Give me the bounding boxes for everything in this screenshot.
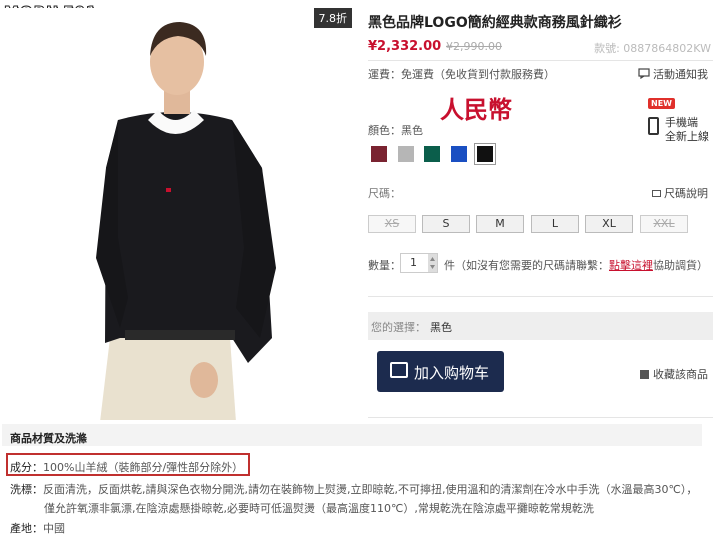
- divider: [368, 417, 713, 418]
- origin-key: 產地：: [10, 522, 43, 535]
- stepper-arrows-icon: [430, 257, 435, 269]
- contact-link[interactable]: 點擊這裡: [609, 259, 653, 272]
- size-label: 尺碼：: [368, 187, 401, 200]
- model-illustration: [0, 8, 352, 422]
- composition-line: 成分：100%山羊絨（裝飾部分/彈性部分除外）: [10, 459, 243, 475]
- price-row: ¥2,332.00 ¥2,990.00 款號: 0887864802KW: [368, 39, 713, 57]
- original-price: ¥2,990.00: [446, 40, 502, 53]
- favorite-label: 收藏該商品: [653, 368, 708, 381]
- plus-square-icon: [640, 370, 649, 379]
- product-sku: 款號: 0887864802KW: [594, 42, 711, 55]
- product-photo[interactable]: 7.8折: [0, 8, 352, 422]
- current-price: ¥2,332.00: [368, 39, 442, 54]
- size-guide-label: 尺碼說明: [664, 187, 708, 200]
- wash-line-2: 僅允許氧漂非氯漂,在陰涼處懸掛晾乾,必要時可低溫熨燙（最高溫度110℃）,常規乾…: [44, 502, 594, 515]
- phone-icon: [648, 117, 659, 135]
- color-swatch[interactable]: [474, 143, 496, 165]
- color-label: 顏色：黑色: [368, 124, 423, 137]
- origin-line: 產地：中國: [10, 520, 65, 536]
- wash-line: 洗標：反面清洗，反面烘乾,請與深色衣物分開洗,請勿在裝飾物上熨燙,立即晾乾,不可…: [10, 481, 697, 497]
- mobile-promo[interactable]: 手機端 全新上線: [665, 116, 709, 144]
- notify-icon: [638, 68, 650, 80]
- discount-badge: 7.8折: [313, 8, 352, 28]
- divider: [368, 296, 713, 297]
- quantity-label: 數量：: [368, 259, 401, 272]
- shipping-info: 運費：免運費（免收貨到付款服務費）: [368, 68, 555, 81]
- size-option[interactable]: XXL: [640, 215, 688, 233]
- ruler-icon: [652, 190, 661, 197]
- size-option[interactable]: XS: [368, 215, 416, 233]
- color-swatch[interactable]: [424, 146, 440, 162]
- size-option[interactable]: XL: [585, 215, 633, 233]
- selection-label: 您的選擇：: [371, 321, 426, 334]
- size-option[interactable]: S: [422, 215, 470, 233]
- quantity-stepper[interactable]: [428, 254, 437, 272]
- selection-value: 黑色: [430, 321, 452, 334]
- favorite-link[interactable]: 收藏該商品: [640, 366, 708, 382]
- product-details: 商品材質及洗滌 成分：100%山羊絨（裝飾部分/彈性部分除外） 洗標：反面清洗，…: [0, 420, 720, 545]
- origin-value: 中國: [43, 522, 65, 535]
- details-header: 商品材質及洗滌: [2, 424, 702, 446]
- wash-value-1: 反面清洗，反面烘乾,請與深色衣物分開洗,請勿在裝飾物上熨燙,立即晾乾,不可擰扭,…: [43, 483, 698, 496]
- currency-annotation: 人民幣: [440, 96, 512, 124]
- color-swatch[interactable]: [450, 146, 467, 162]
- mobile-promo-line2: 全新上線: [665, 130, 709, 143]
- composition-key: 成分：: [10, 461, 43, 474]
- add-to-cart-label: 加入购物车: [414, 364, 490, 382]
- new-badge: NEW: [648, 98, 675, 109]
- size-guide-link[interactable]: 尺碼說明: [652, 185, 708, 201]
- wash-key: 洗標：: [10, 483, 43, 496]
- quantity-note-pre: 件（如沒有您需要的尺碼請聯繫：: [444, 259, 609, 272]
- size-option[interactable]: M: [476, 215, 524, 233]
- composition-value: 100%山羊絨（裝飾部分/彈性部分除外）: [43, 461, 244, 474]
- product-title: 黑色品牌LOGO簡約經典款商務風針織衫: [368, 15, 622, 31]
- size-option[interactable]: L: [531, 215, 579, 233]
- quantity-note: 件（如沒有您需要的尺碼請聯繫：點擊這裡協助調貨）: [444, 257, 708, 273]
- color-swatch[interactable]: [397, 146, 414, 162]
- selection-summary: 您的選擇： 黑色: [368, 312, 713, 340]
- divider: [368, 60, 713, 61]
- mobile-promo-line1: 手機端: [665, 116, 698, 129]
- shopping-bag-icon: [390, 362, 408, 378]
- quantity-note-post: 協助調貨）: [653, 259, 708, 272]
- notify-label: 活動通知我: [653, 68, 708, 81]
- color-swatch[interactable]: [371, 146, 387, 162]
- notify-link[interactable]: 活動通知我: [638, 66, 708, 82]
- add-to-cart-button[interactable]: 加入购物车: [377, 351, 504, 392]
